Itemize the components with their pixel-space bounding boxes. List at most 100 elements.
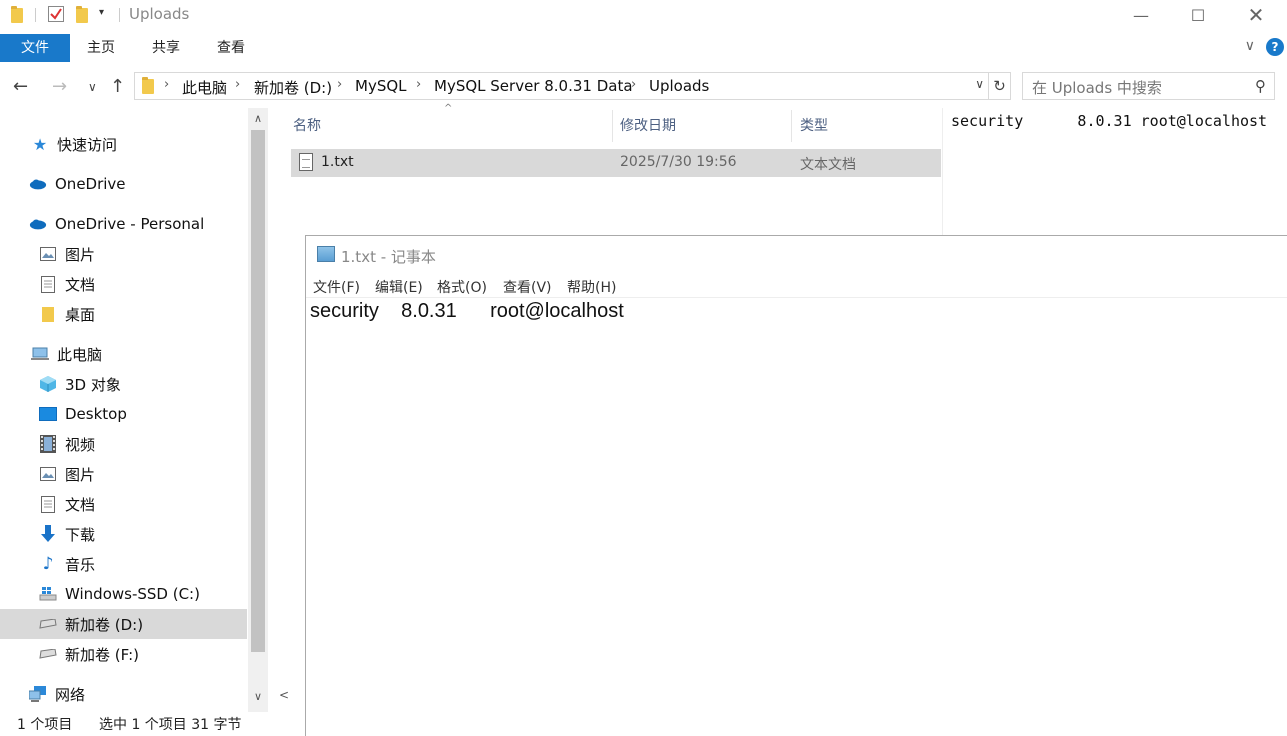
nav-scrollbar[interactable]: ∧ ∨ [248, 108, 268, 712]
nav-label: OneDrive - Personal [55, 215, 205, 233]
search-icon[interactable]: ⚲ [1255, 77, 1266, 95]
nav-label: 快速访问 [57, 135, 118, 154]
column-header-modified[interactable]: 修改日期 [612, 110, 791, 142]
forward-icon[interactable]: → [52, 76, 67, 97]
menu-view[interactable]: 查看(V) [503, 277, 552, 297]
chevron-right-icon[interactable]: › [235, 77, 240, 92]
folder-icon [142, 77, 154, 94]
menu-format[interactable]: 格式(O) [437, 277, 487, 297]
nav-label: 音乐 [65, 555, 96, 574]
notepad-icon [317, 246, 335, 262]
nav-od-documents[interactable]: 文档 [0, 269, 247, 299]
nav-od-pictures[interactable]: 图片 [0, 239, 247, 269]
document-icon [39, 275, 57, 293]
breadcrumb-uploads[interactable]: Uploads [649, 77, 709, 95]
tab-file[interactable]: 文件 [0, 34, 70, 62]
menu-help[interactable]: 帮助(H) [567, 277, 616, 297]
divider [35, 8, 36, 22]
menu-file[interactable]: 文件(F) [313, 277, 360, 297]
windows-drive-icon [39, 585, 57, 603]
column-header-name[interactable]: 名称 [285, 110, 612, 142]
nav-label: 此电脑 [57, 345, 103, 364]
notepad-menubar: 文件(F) 编辑(E) 格式(O) 查看(V) 帮助(H) [306, 274, 1287, 298]
up-icon[interactable]: ↑ [110, 76, 125, 97]
nav-documents[interactable]: 文档 [0, 489, 247, 519]
scroll-left-icon[interactable]: < [272, 688, 296, 708]
menu-edit[interactable]: 编辑(E) [375, 277, 423, 297]
quick-access-dropdown-icon[interactable]: ▾ [99, 7, 104, 18]
nav-label: 文档 [65, 275, 96, 294]
minimize-icon[interactable]: — [1118, 0, 1164, 30]
nav-music[interactable]: ♪ 音乐 [0, 549, 247, 579]
cloud-icon [29, 215, 47, 233]
nav-3d-objects[interactable]: 3D 对象 [0, 369, 247, 399]
nav-downloads[interactable]: 下载 [0, 519, 247, 549]
nav-drive-d[interactable]: 新加卷 (D:) [0, 609, 247, 639]
nav-videos[interactable]: 视频 [0, 429, 247, 459]
breadcrumb-this-pc[interactable]: 此电脑 [182, 77, 227, 98]
scrollbar-thumb[interactable] [251, 130, 265, 652]
properties-checkmark-icon[interactable] [48, 6, 64, 22]
nav-label: 网络 [55, 685, 86, 704]
nav-label: 新加卷 (F:) [65, 645, 139, 664]
notepad-title: 1.txt - 记事本 [341, 248, 436, 266]
breadcrumb-mysql[interactable]: MySQL [355, 77, 407, 95]
network-icon [29, 685, 47, 703]
nav-quick-access[interactable]: ★ 快速访问 [0, 129, 247, 159]
nav-od-desktop[interactable]: 桌面 [0, 299, 247, 329]
chevron-right-icon[interactable]: › [164, 77, 169, 92]
window-title: Uploads [129, 5, 190, 23]
notepad-titlebar[interactable]: 1.txt - 记事本 [306, 236, 1287, 274]
music-note-icon: ♪ [42, 554, 54, 574]
notepad-window[interactable]: 1.txt - 记事本 文件(F) 编辑(E) 格式(O) 查看(V) 帮助(H… [305, 235, 1287, 736]
tab-view[interactable]: 查看 [200, 34, 262, 62]
maximize-icon[interactable]: ☐ [1175, 0, 1221, 30]
nav-label: 文档 [65, 495, 96, 514]
cloud-icon [29, 175, 47, 193]
notepad-text-area[interactable]: security 8.0.31 root@localhost [310, 300, 624, 323]
document-icon [39, 495, 57, 513]
drive-icon [39, 645, 57, 663]
tab-home[interactable]: 主页 [70, 34, 132, 62]
pictures-icon [39, 245, 57, 263]
address-dropdown-icon[interactable]: ∨ [975, 77, 984, 91]
video-icon [39, 435, 57, 453]
search-input[interactable]: 在 Uploads 中搜索 ⚲ [1022, 72, 1275, 100]
nav-label: Windows-SSD (C:) [65, 585, 200, 603]
chevron-right-icon[interactable]: › [416, 77, 421, 92]
file-modified: 2025/7/30 19:56 [620, 154, 737, 170]
column-header-type[interactable]: 类型 [792, 110, 942, 142]
refresh-icon[interactable]: ↻ [989, 72, 1011, 100]
nav-onedrive-personal[interactable]: OneDrive - Personal [0, 209, 247, 239]
breadcrumb-data[interactable]: MySQL Server 8.0.31 Data [434, 77, 633, 95]
scroll-up-icon[interactable]: ∧ [248, 112, 268, 125]
tab-share[interactable]: 共享 [135, 34, 197, 62]
help-icon[interactable]: ? [1266, 38, 1284, 56]
explorer-titlebar: ▾ Uploads — ☐ ✕ [0, 0, 1287, 30]
pictures-icon [39, 465, 57, 483]
nav-network[interactable]: 网络 [0, 679, 247, 709]
ribbon-collapse-icon[interactable]: ∨ [1245, 38, 1255, 54]
address-bar[interactable]: › 此电脑 › 新加卷 (D:) › MySQL › MySQL Server … [134, 72, 989, 100]
nav-label: OneDrive [55, 175, 126, 193]
scroll-down-icon[interactable]: ∨ [248, 690, 268, 703]
chevron-right-icon[interactable]: › [631, 77, 636, 92]
close-icon[interactable]: ✕ [1233, 0, 1279, 30]
recent-locations-icon[interactable]: ∨ [88, 80, 97, 94]
nav-drive-c[interactable]: Windows-SSD (C:) [0, 579, 247, 609]
folder-icon [39, 305, 57, 323]
new-folder-icon[interactable] [76, 6, 88, 23]
nav-onedrive[interactable]: OneDrive [0, 169, 247, 199]
chevron-right-icon[interactable]: › [337, 77, 342, 92]
nav-drive-f[interactable]: 新加卷 (F:) [0, 639, 247, 669]
nav-label: 视频 [65, 435, 96, 454]
nav-this-pc[interactable]: 此电脑 [0, 339, 247, 369]
back-icon[interactable]: ← [13, 76, 28, 97]
ribbon-tabs: 文件 主页 共享 查看 ∨ ? [0, 34, 1287, 64]
breadcrumb-drive-d[interactable]: 新加卷 (D:) [254, 77, 332, 98]
nav-desktop[interactable]: Desktop [0, 399, 247, 429]
nav-label: 图片 [65, 245, 96, 264]
divider [119, 8, 120, 22]
nav-pictures[interactable]: 图片 [0, 459, 247, 489]
file-row[interactable]: 1.txt 2025/7/30 19:56 文本文档 [291, 149, 941, 177]
